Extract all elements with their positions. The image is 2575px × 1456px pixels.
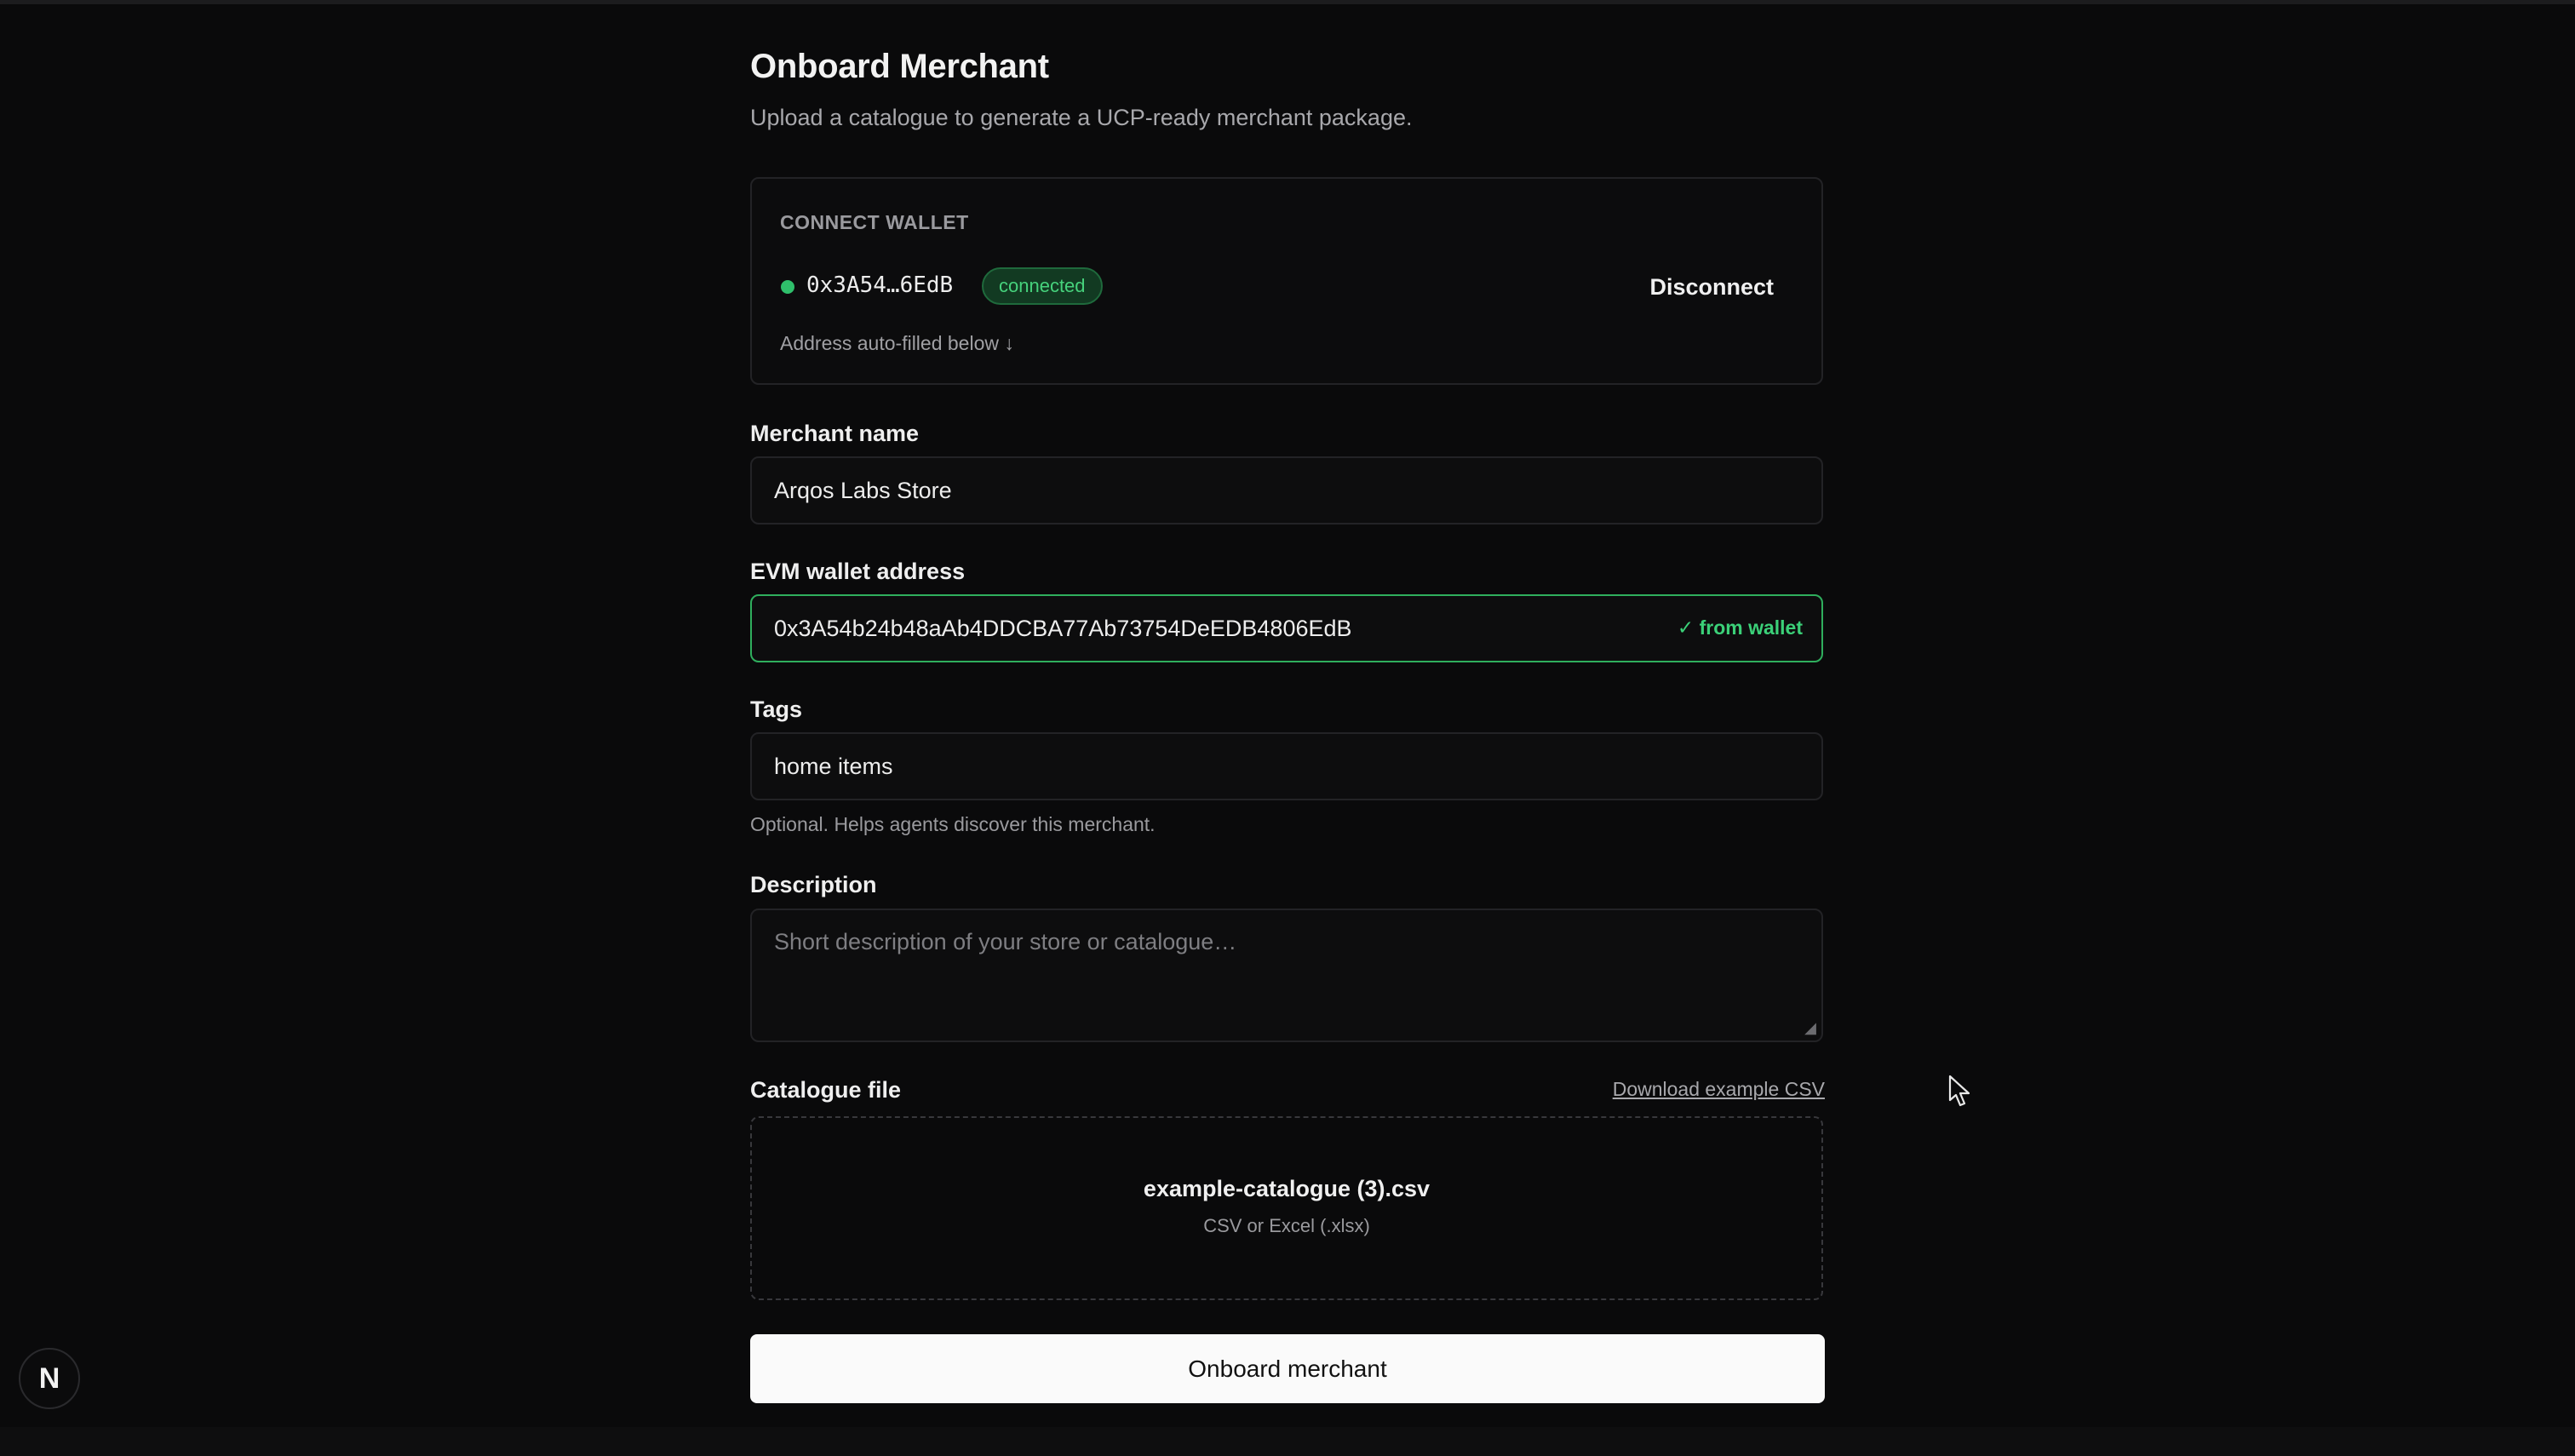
n-logo-badge[interactable]: N — [19, 1348, 80, 1409]
catalogue-file-dropzone[interactable]: example-catalogue (3).csv CSV or Excel (… — [750, 1116, 1823, 1300]
description-label: Description — [750, 872, 877, 897]
address-autofill-note: Address auto-filled below ↓ — [780, 332, 1014, 354]
from-wallet-badge: ✓ from wallet — [1677, 616, 1803, 639]
page-subtitle: Upload a catalogue to generate a UCP-rea… — [750, 105, 1413, 130]
tags-field-box — [750, 732, 1823, 800]
mouse-cursor-icon — [1948, 1075, 1970, 1107]
connected-status-badge: connected — [982, 267, 1103, 305]
tags-input[interactable] — [752, 734, 1821, 799]
resize-handle-icon[interactable]: ◢ — [1804, 1019, 1816, 1037]
top-edge-line — [0, 0, 2575, 4]
selected-file-name: example-catalogue (3).csv — [1143, 1176, 1431, 1201]
merchant-name-input[interactable] — [752, 458, 1821, 523]
description-textarea[interactable] — [752, 910, 1821, 1040]
merchant-name-field-box — [750, 456, 1823, 525]
disconnect-button[interactable]: Disconnect — [1649, 274, 1774, 301]
description-field-box: ◢ — [750, 909, 1823, 1042]
catalogue-file-label: Catalogue file — [750, 1077, 902, 1103]
connected-status-dot — [781, 280, 794, 294]
evm-wallet-address-input[interactable] — [752, 596, 1821, 661]
page-title: Onboard Merchant — [750, 48, 1049, 85]
tags-label: Tags — [750, 696, 803, 722]
evm-wallet-address-label: EVM wallet address — [750, 559, 966, 584]
wallet-short-address: 0x3A54…6EdB — [806, 272, 954, 298]
tags-helper-text: Optional. Helps agents discover this mer… — [750, 813, 1156, 835]
connect-wallet-card: CONNECT WALLET 0x3A54…6EdB connected Dis… — [750, 177, 1823, 385]
file-type-hint: CSV or Excel (.xlsx) — [1203, 1215, 1370, 1236]
connect-wallet-label: CONNECT WALLET — [780, 211, 969, 233]
download-example-csv-link[interactable]: Download example CSV — [1613, 1078, 1825, 1101]
onboard-merchant-button[interactable]: Onboard merchant — [750, 1334, 1825, 1403]
bottom-bar — [0, 1427, 2575, 1456]
merchant-name-label: Merchant name — [750, 421, 920, 446]
evm-wallet-address-field-box: ✓ from wallet — [750, 594, 1823, 662]
